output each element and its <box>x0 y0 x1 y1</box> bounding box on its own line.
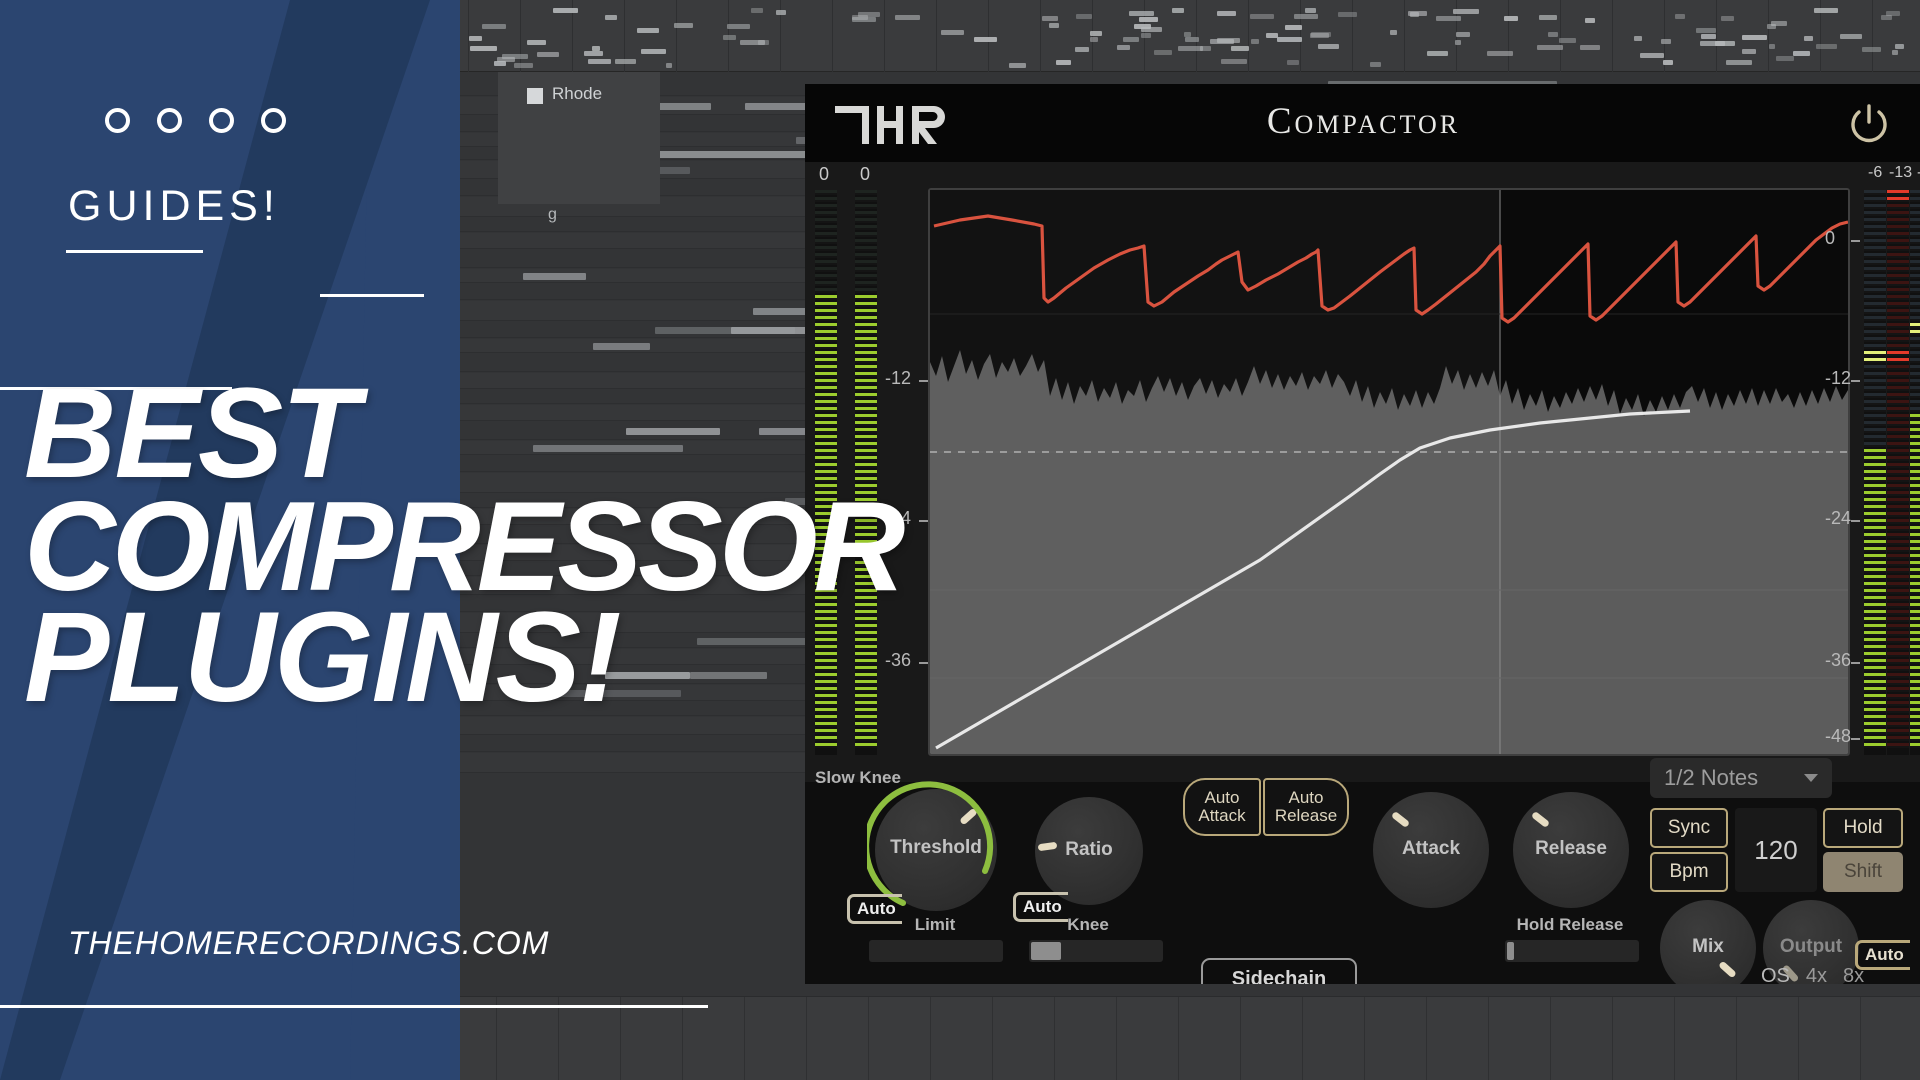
knee-label: Knee <box>1067 915 1109 934</box>
dot-ring-icon <box>261 108 286 133</box>
ratio-knob[interactable]: Ratio <box>1035 797 1143 905</box>
auto-attack-button[interactable]: Auto Attack <box>1183 778 1261 836</box>
shift-button[interactable]: Shift <box>1823 852 1903 892</box>
dot-ring-icon <box>105 108 130 133</box>
bpm-button[interactable]: Bpm <box>1650 852 1728 892</box>
mix-knob-label: Mix <box>1692 936 1724 957</box>
thumbnail-content: GUIDES! BEST COMPRESSOR PLUGINS! THEHOME… <box>0 0 1020 1080</box>
os-label: OS <box>1761 965 1790 984</box>
graph-scale-right-tick: 0 <box>1825 228 1836 248</box>
hold-button[interactable]: Hold <box>1823 808 1903 848</box>
scale-tick <box>1851 380 1860 382</box>
output-meter-label-2: -13 <box>1889 164 1913 181</box>
scale-tick <box>1851 738 1860 740</box>
hold-release-slider-handle[interactable] <box>1507 942 1514 960</box>
oversampling-controls: OS 4x 8x <box>1761 965 1864 984</box>
decorative-dots <box>105 108 286 133</box>
release-knob-label: Release <box>1535 838 1607 859</box>
chevron-down-icon <box>1804 774 1818 782</box>
note-value-text: 1/2 Notes <box>1664 765 1759 790</box>
output-meter-label-1: -6 <box>1868 164 1883 181</box>
output-meter-right <box>1910 190 1920 755</box>
divider-short <box>320 294 424 297</box>
sidechain-button[interactable]: Sidechain <box>1201 958 1357 984</box>
divider-under-kicker <box>66 250 203 253</box>
website-url: THEHOMERECORDINGS.COM <box>68 925 550 961</box>
headline-line-3: PLUGINS! <box>24 586 622 730</box>
auto-release-line1: Auto <box>1288 788 1324 808</box>
dot-ring-icon <box>209 108 234 133</box>
scale-tick <box>1851 240 1860 242</box>
release-knob-pointer <box>1530 810 1551 829</box>
attack-knob[interactable]: Attack <box>1373 792 1489 908</box>
auto-release-button[interactable]: Auto Release <box>1263 778 1349 836</box>
auto-release-line2: Release <box>1274 806 1338 825</box>
scale-tick <box>1851 662 1860 664</box>
graph-scale-right-tick: -12 <box>1825 368 1852 388</box>
output-meter-left <box>1864 190 1886 755</box>
release-knob[interactable]: Release <box>1513 792 1629 908</box>
knee-slider-handle[interactable] <box>1031 942 1061 960</box>
auto-attack-line1: Auto <box>1204 788 1240 808</box>
os-option-8x[interactable]: 8x <box>1843 965 1864 984</box>
graph-scale-right-tick: -48 <box>1825 726 1852 746</box>
os-option-4x[interactable]: 4x <box>1806 965 1827 984</box>
sync-button[interactable]: Sync <box>1650 808 1728 848</box>
mix-knob[interactable]: Mix <box>1660 900 1756 984</box>
gain-reduction-meter <box>1887 190 1909 755</box>
headline-line-1: BEST <box>24 362 359 505</box>
knee-slider[interactable] <box>1029 940 1163 962</box>
bpm-value-field[interactable]: 120 <box>1735 808 1817 892</box>
attack-knob-label: Attack <box>1401 838 1461 859</box>
dot-ring-icon <box>157 108 182 133</box>
power-icon[interactable] <box>1846 101 1892 147</box>
note-value-dropdown[interactable]: 1/2 Notes <box>1650 758 1832 798</box>
graph-scale-right-tick: -24 <box>1825 508 1852 528</box>
output-knob-label: Output <box>1779 936 1843 957</box>
divider-bottom <box>0 1005 708 1008</box>
hold-release-label: Hold Release <box>1516 915 1624 934</box>
attack-knob-pointer <box>1390 810 1411 829</box>
graph-scale-right-tick: -36 <box>1825 650 1852 670</box>
headline: BEST COMPRESSOR PLUGINS! <box>24 362 1204 730</box>
kicker-text: GUIDES! <box>68 182 280 230</box>
mix-knob-pointer <box>1718 960 1737 979</box>
auto-attack-line2: Attack <box>1198 806 1246 825</box>
hold-release-slider[interactable] <box>1505 940 1639 962</box>
scale-tick <box>1851 520 1860 522</box>
